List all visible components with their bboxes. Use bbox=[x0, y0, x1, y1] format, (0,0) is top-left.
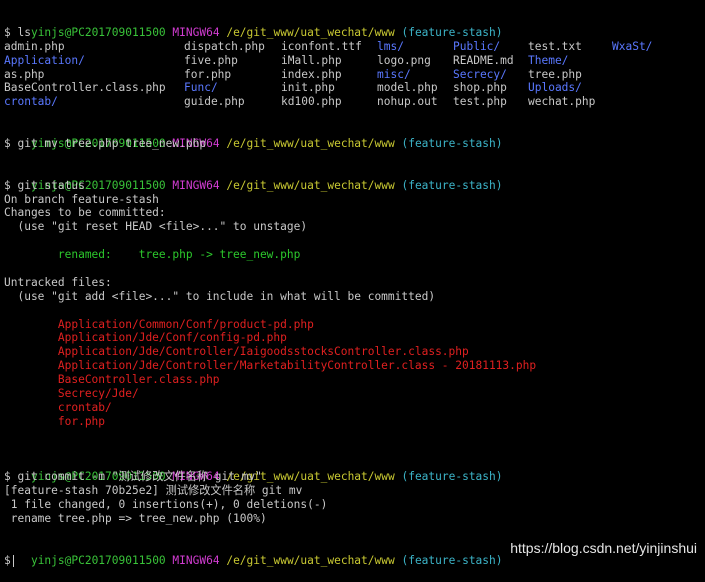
untracked-file: Application/Common/Conf/product-pd.php bbox=[4, 317, 314, 331]
ls-file: for.php bbox=[184, 67, 232, 81]
terminal-output[interactable]: yinjs@PC201709011500 MINGW64 /e/git_www/… bbox=[4, 12, 701, 568]
ls-file: BaseController.class.php bbox=[4, 81, 166, 95]
ls-row: admin.php dispatch.php iconfont.ttf lms/Pub… bbox=[4, 40, 701, 54]
prompt-line: yinjs@PC201709011500 MINGW64 /e/git_www/… bbox=[4, 457, 701, 483]
ls-file: guide.php bbox=[184, 95, 245, 109]
ls-row: as.php for.php index.php misc/Secrecy/tree.… bbox=[4, 68, 701, 82]
ls-row: Application/five.php iMall.php logo.png REA… bbox=[4, 54, 701, 68]
ls-directory: Theme/ bbox=[528, 53, 569, 67]
untracked-file: crontab/ bbox=[4, 400, 112, 414]
status-renamed-entry: renamed: tree.php -> tree_new.php bbox=[4, 248, 301, 262]
watermark: https://blog.csdn.net/yinjinshui bbox=[510, 540, 697, 556]
git-commit-command: $ git commit -m "测试修改文件名称 git mv" bbox=[4, 470, 262, 484]
untracked-files-list: Application/Common/Conf/product-pd.php A… bbox=[4, 318, 701, 429]
status-changes-header: Changes to be committed: bbox=[4, 206, 166, 220]
ls-file: shop.php bbox=[453, 81, 507, 95]
prompt-line: yinjs@PC201709011500 MINGW64 /e/git_www/… bbox=[4, 12, 701, 39]
text-cursor bbox=[12, 554, 14, 567]
git-mv-command: $ git mv tree.php tree_new.php bbox=[4, 137, 207, 151]
ls-directory: WxaSt/ bbox=[612, 39, 653, 53]
untracked-file: Secrecy/Jde/ bbox=[4, 387, 139, 401]
status-on-branch: On branch feature-stash bbox=[4, 192, 159, 206]
ls-file: nohup.out bbox=[377, 95, 438, 109]
ls-directory: Application/ bbox=[4, 53, 85, 67]
commit-summary: 1 file changed, 0 insertions(+), 0 delet… bbox=[4, 498, 328, 512]
untracked-file: BaseController.class.php bbox=[4, 373, 220, 387]
status-untracked-header: Untracked files: bbox=[4, 275, 112, 289]
ls-file: iconfont.ttf bbox=[281, 39, 362, 53]
git-status-command: $ git status bbox=[4, 178, 85, 192]
ls-row: BaseController.class.php Func/init.php mod… bbox=[4, 81, 701, 95]
untracked-file: for.php bbox=[4, 414, 106, 428]
ls-command: $ ls bbox=[4, 25, 31, 39]
ls-file: index.php bbox=[281, 67, 342, 81]
ls-file: as.php bbox=[4, 67, 45, 81]
ls-file: model.php bbox=[377, 81, 438, 95]
ls-file: five.php bbox=[184, 53, 238, 67]
ls-file: kd100.php bbox=[281, 95, 342, 109]
ls-directory: Public/ bbox=[453, 39, 501, 53]
status-add-hint: (use "git add <file>..." to include in w… bbox=[4, 289, 436, 303]
ls-listing: admin.php dispatch.php iconfont.ttf lms/Pub… bbox=[4, 40, 701, 109]
status-unstage-hint: (use "git reset HEAD <file>..." to unsta… bbox=[4, 220, 308, 234]
prompt-line: yinjs@PC201709011500 MINGW64 /e/git_www/… bbox=[4, 123, 701, 150]
ls-file: admin.php bbox=[4, 39, 65, 53]
ls-directory: crontab/ bbox=[4, 95, 58, 109]
ls-file: dispatch.php bbox=[184, 39, 265, 53]
ls-file: wechat.php bbox=[528, 95, 596, 109]
untracked-file: Application/Jde/Conf/config-pd.php bbox=[4, 331, 287, 345]
ls-directory: Func/ bbox=[184, 81, 218, 95]
ls-file: iMall.php bbox=[281, 53, 342, 67]
ls-file: tree.php bbox=[528, 67, 582, 81]
prompt-line: yinjs@PC201709011500 MINGW64 /e/git_www/… bbox=[4, 165, 701, 192]
prompt-dollar: $ bbox=[4, 553, 11, 567]
ls-directory: Secrecy/ bbox=[453, 67, 507, 81]
ls-directory: misc/ bbox=[377, 67, 411, 81]
ls-file: test.txt bbox=[528, 39, 582, 53]
ls-directory: lms/ bbox=[377, 39, 404, 53]
ls-file: test.php bbox=[453, 95, 507, 109]
ls-file: logo.png bbox=[377, 53, 431, 67]
ls-row: crontab/guide.php kd100.php nohup.out test.… bbox=[4, 95, 701, 109]
untracked-file: Application/Jde/Controller/Marketability… bbox=[4, 359, 537, 373]
ls-file: init.php bbox=[281, 81, 335, 95]
ls-file: README.md bbox=[453, 53, 514, 67]
ls-directory: Uploads/ bbox=[528, 81, 582, 95]
untracked-file: Application/Jde/Controller/Iaigoodsstock… bbox=[4, 345, 469, 359]
commit-rename: rename tree.php => tree_new.php (100%) bbox=[4, 512, 267, 526]
commit-result: [feature-stash 70b25e2] 测试修改文件名称 git mv bbox=[4, 484, 303, 498]
